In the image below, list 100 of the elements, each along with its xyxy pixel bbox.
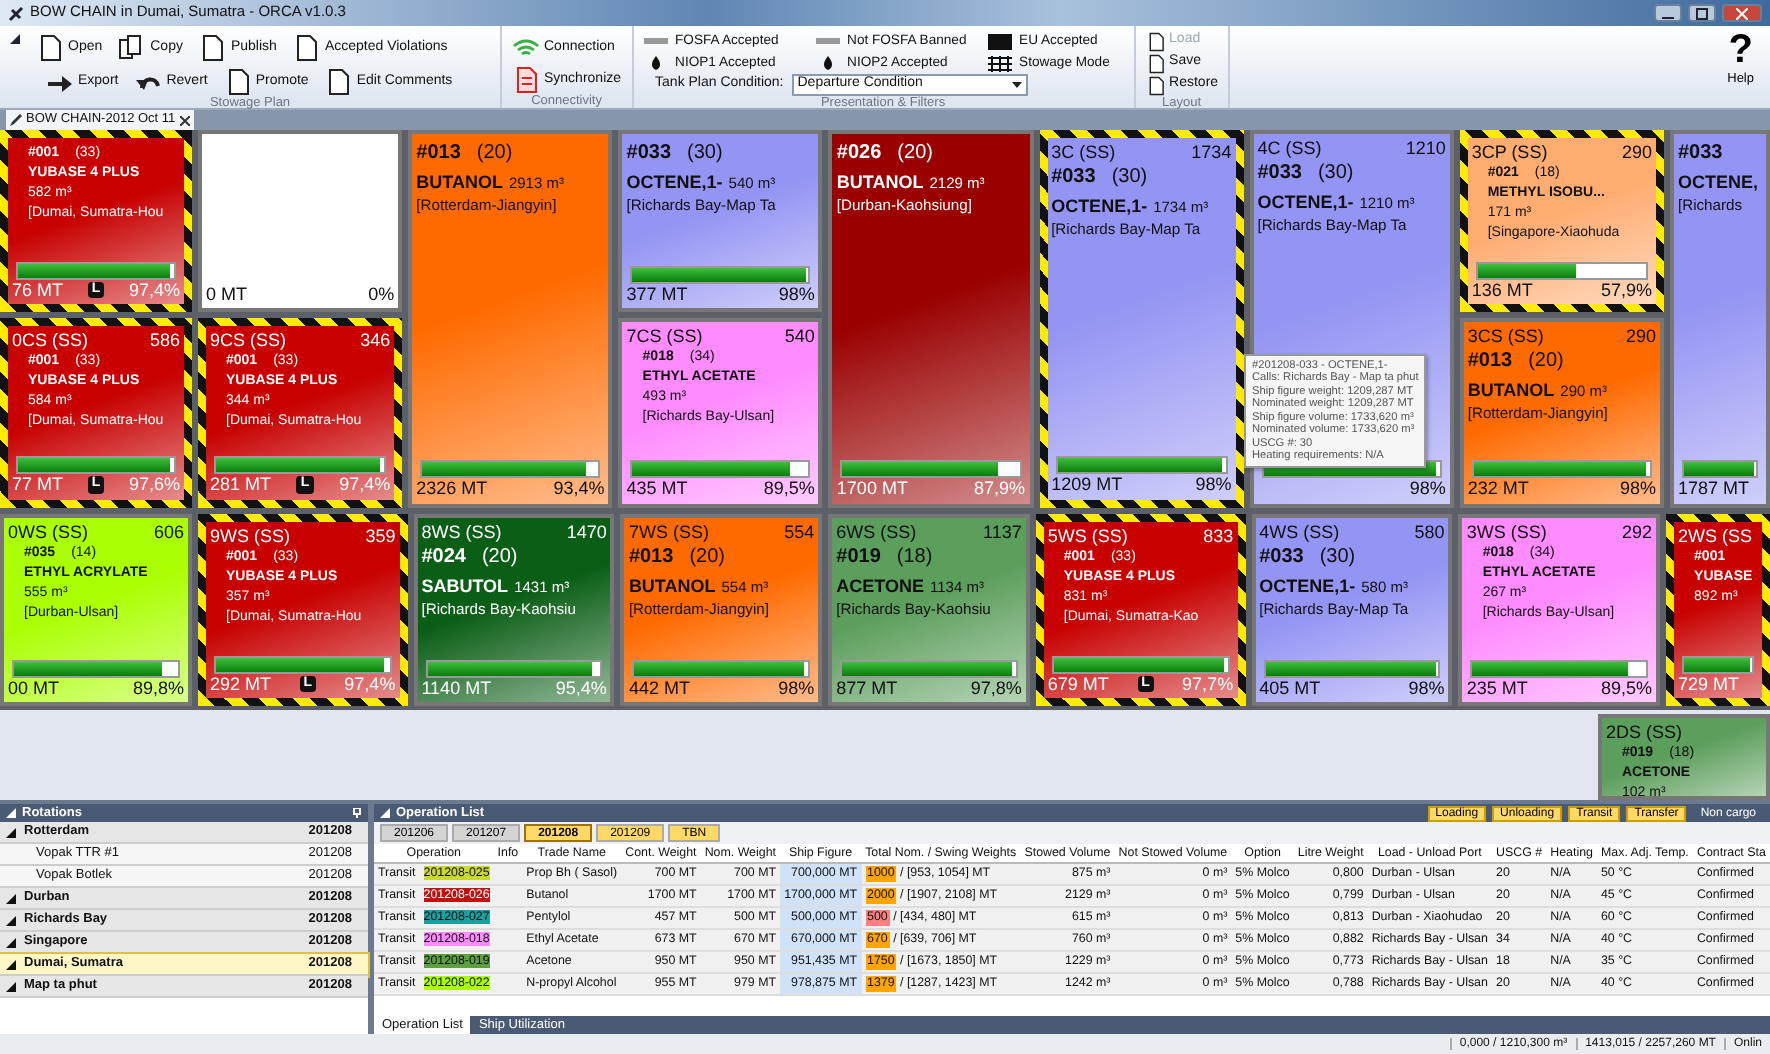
tank-capacity: 586: [149, 330, 180, 351]
tank-label: 3C (SS): [1051, 142, 1116, 163]
tank-capacity: 1137: [983, 521, 1022, 543]
fill-percent: 0%: [368, 283, 395, 304]
cargo-count: (30): [1319, 546, 1356, 569]
close-button[interactable]: [1722, 4, 1762, 22]
cargo-name: OCTENE,1-: [626, 171, 723, 191]
tank-capacity: 1470: [566, 521, 607, 543]
tank-capacity: 540: [784, 326, 815, 347]
document-icon: [512, 66, 540, 94]
tank-capacity: 290: [1621, 142, 1652, 163]
maximize-button[interactable]: [1688, 4, 1716, 22]
cargo-name: OCTENE,1-: [1257, 191, 1354, 212]
weight-text: 435 MT: [626, 478, 688, 500]
weight-text: 1209 MT: [1051, 474, 1123, 496]
weight-text: 292 MT: [210, 673, 272, 694]
cargo-count: (30): [687, 142, 723, 164]
fill-percent: 95,4%: [555, 677, 607, 698]
flag-icon: [987, 33, 1012, 49]
cargo-code: #024: [421, 546, 466, 569]
weight-text: 281 MT: [210, 474, 272, 496]
tank-capacity: 346: [360, 330, 391, 351]
weight-text: 377 MT: [626, 283, 688, 304]
fill-percent: 97,6%: [128, 474, 180, 496]
cargo-code: #033: [1259, 546, 1304, 569]
tank-label: 7CS (SS): [626, 326, 703, 347]
cargo-code: #033: [1051, 166, 1096, 189]
weight-text: 729 MT: [1678, 673, 1740, 694]
tank-capacity: 606: [153, 521, 184, 543]
document-icon: [1145, 75, 1166, 95]
weight-text: 00 MT: [8, 677, 60, 698]
cargo-name: BUTANOL: [1467, 379, 1555, 400]
fill-percent: 98%: [1409, 478, 1446, 500]
pin-icon: [352, 808, 362, 818]
cargo-count: (20): [481, 546, 518, 569]
tank-label: 0WS (SS): [8, 521, 89, 543]
copy-icon: [118, 34, 147, 62]
tank-label: 3CS (SS): [1467, 326, 1544, 347]
tank-label: 0CS (SS): [12, 330, 89, 351]
tank-label: 4C (SS): [1257, 138, 1322, 159]
weight-text: 77 MT: [12, 474, 64, 496]
cargo-count: (18): [896, 546, 933, 569]
cargo-name: BUTANOL: [836, 171, 924, 191]
document-icon: [1145, 53, 1166, 73]
document-icon: [36, 34, 64, 62]
cargo-code: #013: [416, 142, 461, 164]
fill-percent: 97,4%: [344, 673, 396, 694]
tank-label: 3CP (SS): [1471, 142, 1548, 163]
cargo-code: #019: [836, 546, 881, 569]
minimize-button[interactable]: [1654, 4, 1682, 22]
cargo-count: (30): [1111, 166, 1148, 189]
tank-capacity: 580: [1414, 521, 1445, 543]
weight-text: 679 MT: [1047, 673, 1109, 694]
dropdown-icon: [1011, 82, 1022, 88]
expand-icon: [6, 893, 16, 903]
fill-percent: 98%: [1408, 677, 1445, 698]
document-icon: [1145, 31, 1166, 51]
tank-card[interactable]: 0 MT 0%: [198, 130, 403, 312]
cargo-name: BUTANOL: [416, 171, 503, 191]
cargo-count: (30): [1317, 162, 1354, 185]
weight-text: 232 MT: [1467, 478, 1529, 500]
close-icon: [1736, 7, 1748, 19]
fill-percent: 89,5%: [1601, 677, 1653, 698]
document-icon: [223, 68, 252, 96]
expand-icon: [6, 937, 16, 947]
tank-label: 4WS (SS): [1259, 521, 1340, 543]
maximize-icon: [1696, 7, 1708, 19]
cargo-name: ACETONE: [836, 575, 924, 596]
tank-capacity: 554: [784, 521, 815, 543]
tank-capacity: 359: [365, 525, 396, 547]
weight-text: 1787 MT: [1677, 478, 1750, 500]
weight-text: 877 MT: [836, 677, 898, 698]
cargo-name: SABUTOL: [421, 575, 509, 596]
app-icon: [8, 5, 24, 21]
document-icon: [292, 34, 321, 62]
close-icon: [179, 115, 190, 125]
cargo-name: OCTENE,1-: [1259, 575, 1356, 596]
fill-percent: 97,7%: [1182, 673, 1234, 694]
weight-text: 1700 MT: [836, 478, 908, 500]
cargo-name: BUTANOL: [628, 575, 716, 596]
tag-icon: [815, 33, 840, 49]
expand-icon: [6, 827, 16, 837]
fill-percent: 98%: [1195, 474, 1232, 496]
expand-icon: [6, 915, 16, 925]
fill-percent: 89,8%: [132, 677, 184, 698]
cargo-count: (20): [1528, 350, 1564, 373]
tank-label: 3WS (SS): [1466, 521, 1547, 543]
fill-percent: 93,4%: [553, 478, 605, 500]
cargo-code: #013: [628, 546, 674, 569]
weight-text: 405 MT: [1259, 677, 1321, 698]
fill-percent: 97,8%: [970, 677, 1022, 698]
weight-text: 235 MT: [1466, 677, 1528, 698]
cargo-code: #033: [1677, 142, 1723, 164]
document-icon: [198, 34, 227, 62]
cargo-code: #033: [626, 142, 672, 164]
tank-label: 2DS (SS): [1606, 722, 1683, 743]
document-icon: [324, 68, 353, 96]
cargo-count: (20): [689, 546, 725, 569]
weight-text: 136 MT: [1471, 279, 1533, 300]
expand-icon: [6, 981, 16, 991]
